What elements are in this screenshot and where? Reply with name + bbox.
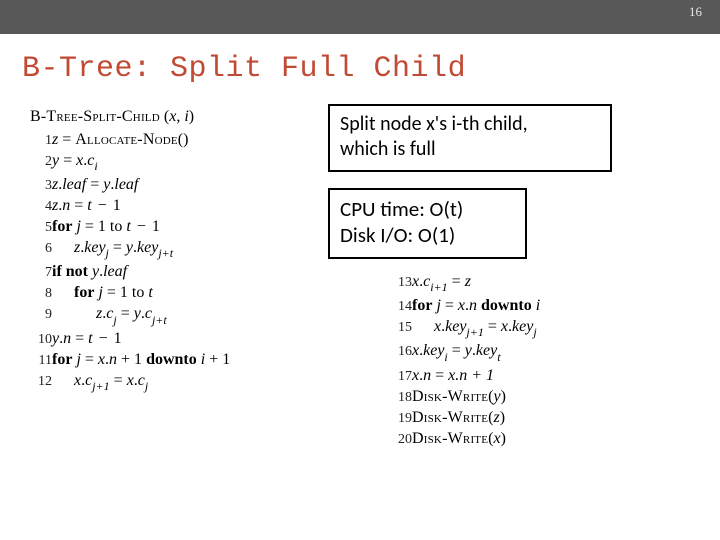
code-text: y = x.ci xyxy=(52,151,230,175)
code-line: 14 for j = x.n downto i xyxy=(390,296,540,317)
function-name: B-Tree-Split-Child xyxy=(30,108,160,125)
line-number: 16 xyxy=(390,341,412,365)
code-line: 13 x.ci+1 = z xyxy=(390,272,540,296)
complexity-box: CPU time: O(t) Disk I/O: O(1) xyxy=(328,188,527,259)
code-text: z.leaf = y.leaf xyxy=(52,175,230,196)
code-line: 17 x.n = x.n + 1 xyxy=(390,366,540,387)
line-number: 3 xyxy=(30,175,52,196)
line-number: 20 xyxy=(390,429,412,450)
line-number: 9 xyxy=(30,304,52,328)
line-number: 2 xyxy=(30,151,52,175)
code-text: x.ci+1 = z xyxy=(412,272,540,296)
description-box: Split node x's i-th child, which is full xyxy=(328,104,612,172)
code-line: 8 for j = 1 to t xyxy=(30,283,230,304)
code-line: 20 Disk-Write(x) xyxy=(390,429,540,450)
code-line: 3 z.leaf = y.leaf xyxy=(30,175,230,196)
line-number: 11 xyxy=(30,350,52,371)
cpu-time-line: CPU time: O(t) xyxy=(340,196,515,222)
line-number: 18 xyxy=(390,387,412,408)
code-text: Disk-Write(z) xyxy=(412,408,540,429)
description-line-2: which is full xyxy=(340,137,600,162)
code-text: x.keyj+1 = x.keyj xyxy=(412,317,540,341)
description-line-1: Split node x's i-th child, xyxy=(340,112,600,137)
code-text: Disk-Write(y) xyxy=(412,387,540,408)
page-number: 16 xyxy=(689,4,702,19)
line-number: 4 xyxy=(30,196,52,217)
line-number: 5 xyxy=(30,217,52,238)
code-line: 6 z.keyj = y.keyj+t xyxy=(30,238,230,262)
code-line: 5 for j = 1 to t − 1 xyxy=(30,217,230,238)
code-line: 9 z.cj = y.cj+t xyxy=(30,304,230,328)
code-line: 16 x.keyi = y.keyt xyxy=(390,341,540,365)
code-line: 2 y = x.ci xyxy=(30,151,230,175)
code-text: x.cj+1 = x.cj xyxy=(52,371,230,395)
code-line: 10 y.n = t − 1 xyxy=(30,329,230,350)
pseudocode-left: B-Tree-Split-Child (x, i) 1 z = Allocate… xyxy=(30,108,330,395)
code-text: if not y.leaf xyxy=(52,262,230,283)
code-line: 19 Disk-Write(z) xyxy=(390,408,540,429)
slide-body: Split node x's i-th child, which is full… xyxy=(0,96,720,526)
pseudocode-right: 13 x.ci+1 = z 14 for j = x.n downto i 15… xyxy=(390,272,690,450)
code-table-left: 1 z = Allocate-Node() 2 y = x.ci 3 z.lea… xyxy=(30,130,230,395)
code-line: 12 x.cj+1 = x.cj xyxy=(30,371,230,395)
line-number: 7 xyxy=(30,262,52,283)
code-text: x.keyi = y.keyt xyxy=(412,341,540,365)
code-text: z = Allocate-Node() xyxy=(52,130,230,151)
line-number: 12 xyxy=(30,371,52,395)
close-paren: ) xyxy=(189,108,194,125)
code-line: 1 z = Allocate-Node() xyxy=(30,130,230,151)
line-number: 13 xyxy=(390,272,412,296)
code-line: 4 z.n = t − 1 xyxy=(30,196,230,217)
code-text: for j = 1 to t xyxy=(52,283,230,304)
line-number: 6 xyxy=(30,238,52,262)
code-text: z.keyj = y.keyj+t xyxy=(52,238,230,262)
line-number: 14 xyxy=(390,296,412,317)
code-text: Disk-Write(x) xyxy=(412,429,540,450)
code-text: z.cj = y.cj+t xyxy=(52,304,230,328)
code-text: for j = x.n downto i xyxy=(412,296,540,317)
line-number: 19 xyxy=(390,408,412,429)
line-number: 17 xyxy=(390,366,412,387)
code-text: y.n = t − 1 xyxy=(52,329,230,350)
line-number: 8 xyxy=(30,283,52,304)
code-line: 7 if not y.leaf xyxy=(30,262,230,283)
code-text: z.n = t − 1 xyxy=(52,196,230,217)
function-signature: B-Tree-Split-Child (x, i) xyxy=(30,108,330,130)
code-line: 11 for j = x.n + 1 downto i + 1 xyxy=(30,350,230,371)
page-title: B-Tree: Split Full Child xyxy=(0,34,720,96)
line-number: 15 xyxy=(390,317,412,341)
slide-number-bar: 16 xyxy=(0,0,720,34)
line-number: 10 xyxy=(30,329,52,350)
line-number: 1 xyxy=(30,130,52,151)
code-text: x.n = x.n + 1 xyxy=(412,366,540,387)
code-text: for j = x.n + 1 downto i + 1 xyxy=(52,350,230,371)
code-text: for j = 1 to t − 1 xyxy=(52,217,230,238)
code-line: 15 x.keyj+1 = x.keyj xyxy=(390,317,540,341)
code-line: 18 Disk-Write(y) xyxy=(390,387,540,408)
disk-io-line: Disk I/O: O(1) xyxy=(340,222,515,248)
code-table-right: 13 x.ci+1 = z 14 for j = x.n downto i 15… xyxy=(390,272,540,450)
